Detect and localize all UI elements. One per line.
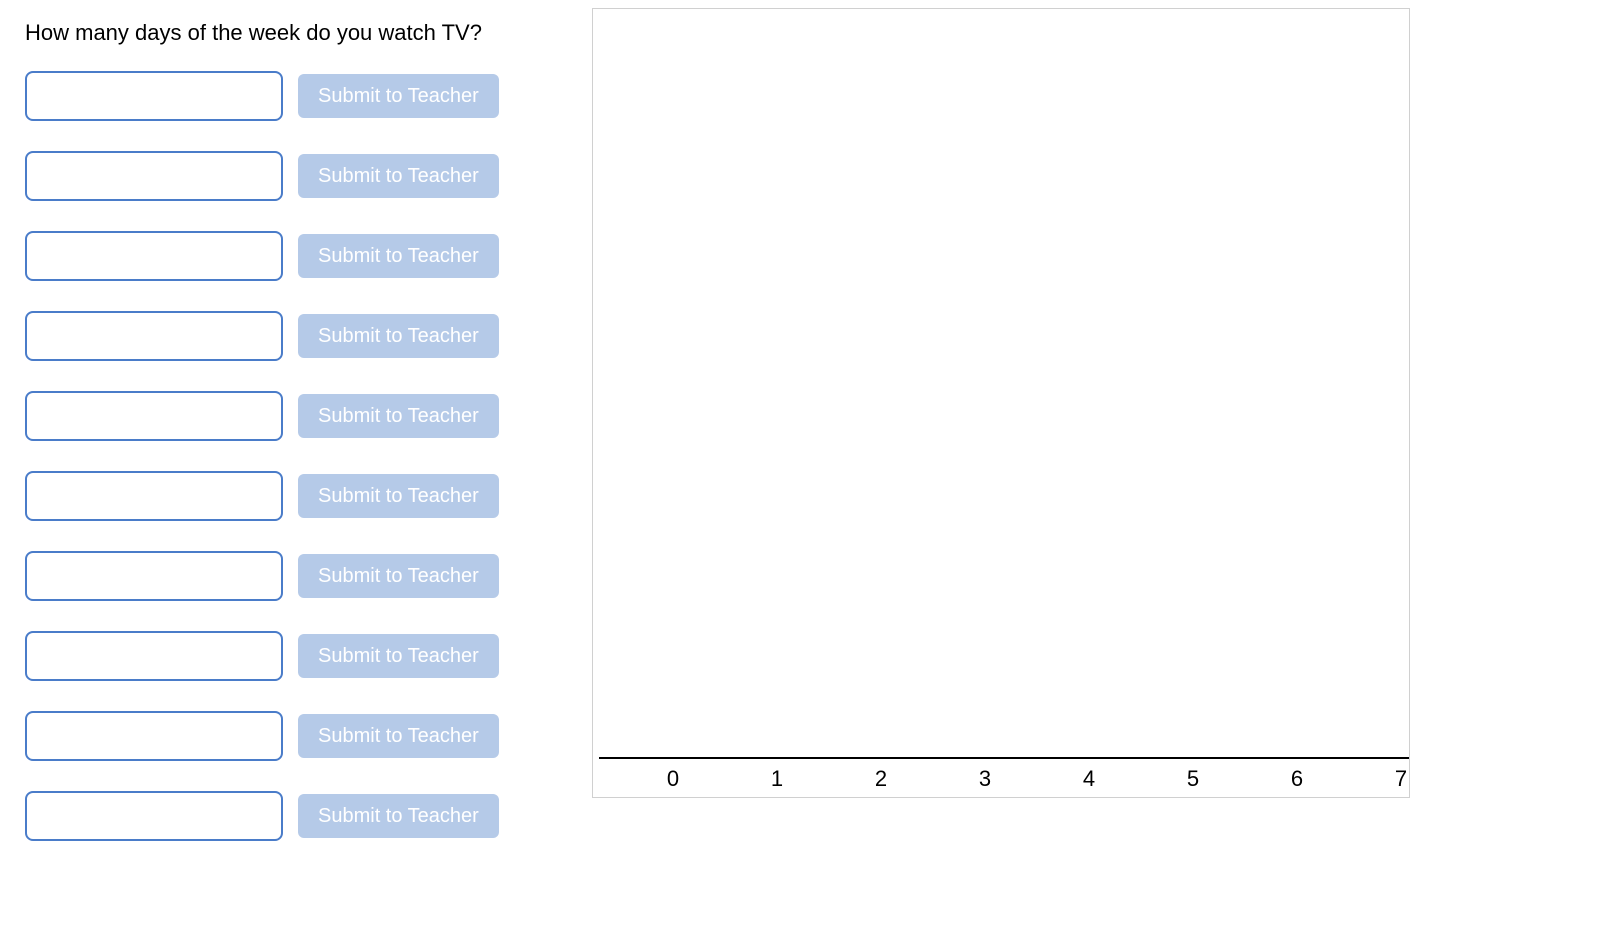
submit-button[interactable]: Submit to Teacher — [298, 74, 499, 118]
submit-button[interactable]: Submit to Teacher — [298, 154, 499, 198]
submit-button[interactable]: Submit to Teacher — [298, 234, 499, 278]
input-row: Submit to Teacher — [25, 711, 525, 761]
x-tick-label: 7 — [1395, 766, 1407, 792]
x-tick-label: 5 — [1187, 766, 1199, 792]
answer-input[interactable] — [25, 791, 283, 841]
answer-input[interactable] — [25, 391, 283, 441]
submit-button[interactable]: Submit to Teacher — [298, 714, 499, 758]
input-row: Submit to Teacher — [25, 391, 525, 441]
answer-input[interactable] — [25, 231, 283, 281]
input-row: Submit to Teacher — [25, 631, 525, 681]
x-tick-label: 3 — [979, 766, 991, 792]
answer-input[interactable] — [25, 631, 283, 681]
input-row: Submit to Teacher — [25, 791, 525, 841]
answer-input[interactable] — [25, 311, 283, 361]
input-row: Submit to Teacher — [25, 151, 525, 201]
question-text: How many days of the week do you watch T… — [25, 20, 525, 46]
input-row: Submit to Teacher — [25, 311, 525, 361]
answer-input[interactable] — [25, 711, 283, 761]
x-axis: 0 1 2 3 4 5 6 7 — [593, 761, 1409, 797]
input-panel: How many days of the week do you watch T… — [25, 20, 525, 871]
submit-button[interactable]: Submit to Teacher — [298, 314, 499, 358]
submit-button[interactable]: Submit to Teacher — [298, 794, 499, 838]
input-row: Submit to Teacher — [25, 231, 525, 281]
input-row: Submit to Teacher — [25, 471, 525, 521]
chart-plot-area — [599, 9, 1409, 759]
input-row: Submit to Teacher — [25, 71, 525, 121]
x-tick-label: 6 — [1291, 766, 1303, 792]
answer-input[interactable] — [25, 471, 283, 521]
answer-input[interactable] — [25, 551, 283, 601]
x-tick-label: 1 — [771, 766, 783, 792]
answer-input[interactable] — [25, 71, 283, 121]
x-tick-label: 4 — [1083, 766, 1095, 792]
submit-button[interactable]: Submit to Teacher — [298, 634, 499, 678]
chart-panel: 0 1 2 3 4 5 6 7 — [592, 8, 1410, 798]
x-tick-label: 2 — [875, 766, 887, 792]
submit-button[interactable]: Submit to Teacher — [298, 474, 499, 518]
x-tick-label: 0 — [667, 766, 679, 792]
input-row: Submit to Teacher — [25, 551, 525, 601]
submit-button[interactable]: Submit to Teacher — [298, 394, 499, 438]
submit-button[interactable]: Submit to Teacher — [298, 554, 499, 598]
answer-input[interactable] — [25, 151, 283, 201]
